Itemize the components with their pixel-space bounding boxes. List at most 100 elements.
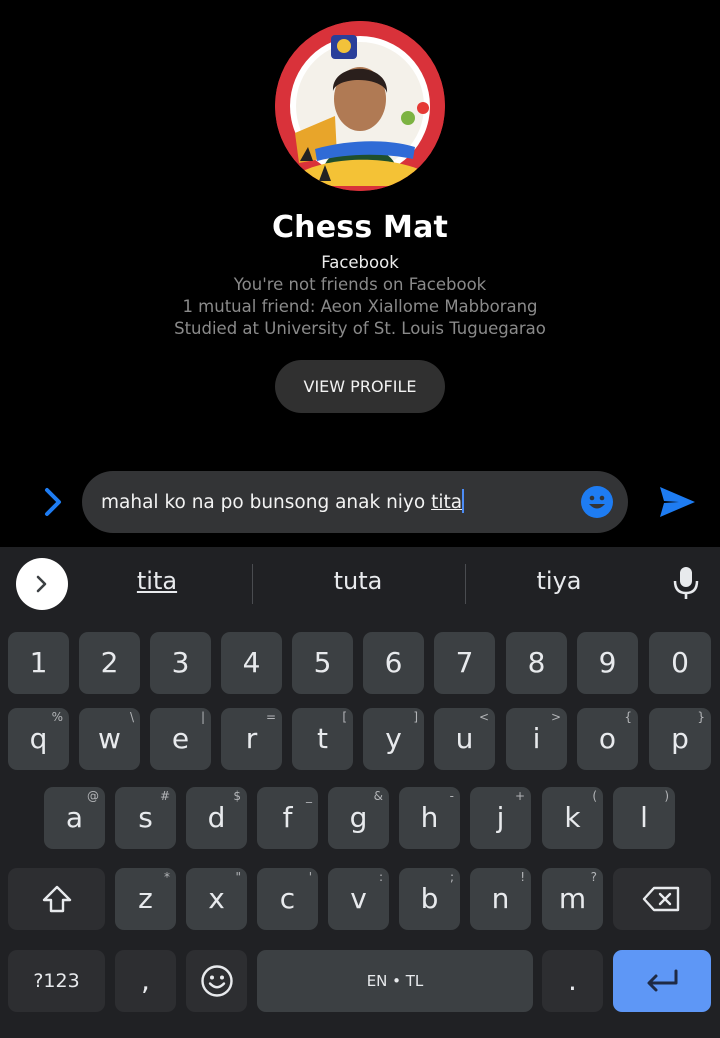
suggestion-1[interactable]: tita [67,567,247,595]
key-alt: ; [449,870,454,884]
key-5[interactable]: 5 [292,632,353,694]
suggestion-3[interactable]: tiya [469,567,649,595]
key-9[interactable]: 9 [577,632,638,694]
key-w[interactable]: w \ [79,708,140,770]
key-label: g [349,801,368,834]
key-y[interactable]: y] [363,708,424,770]
key-label: p [671,722,689,755]
mic-icon [673,567,699,599]
key-alt: ! [520,870,525,884]
chevron-right-icon [36,575,47,593]
key-o[interactable]: o{ [577,708,638,770]
shift-key[interactable] [8,868,105,930]
key-u[interactable]: u < [434,708,495,770]
key-label: i [532,722,541,755]
comma-key[interactable]: , [115,950,176,1012]
key-label: t [317,722,328,755]
emoji-button[interactable] [580,485,614,519]
key-4[interactable]: 4 [221,632,282,694]
key-x[interactable]: x " [186,868,247,930]
key-s[interactable]: s # [115,787,176,849]
key-b[interactable]: b; [399,868,460,930]
keyboard-toolbar-toggle[interactable] [16,558,68,610]
key-label: y [385,722,402,755]
key-alt: ] [413,710,418,724]
contact-name: Chess Mat [271,210,449,245]
key-label: a [65,801,84,834]
key-h[interactable]: h- [399,787,460,849]
key-r[interactable]: r = [221,708,282,770]
key-q[interactable]: q% [8,708,69,770]
send-button[interactable] [657,484,697,520]
key-v[interactable]: v: [328,868,389,930]
space-key[interactable]: EN • TL [257,950,533,1012]
message-input-text: mahal ko na po bunsong anak niyo tita [101,489,465,513]
key-l[interactable]: l) [613,787,675,849]
view-profile-button[interactable]: VIEW PROFILE [275,360,445,413]
key-t[interactable]: t[ [292,708,353,770]
expand-actions-button[interactable] [38,484,68,520]
suggestion-divider [465,564,466,604]
key-g[interactable]: g & [328,787,389,849]
key-z[interactable]: z * [115,868,176,930]
key-label: z [138,882,153,915]
key-alt: _ [306,789,312,803]
symbols-key[interactable]: ?123 [8,950,105,1012]
key-label: o [598,722,617,755]
emoji-icon [200,965,233,997]
key-m[interactable]: m? [542,868,603,930]
key-j[interactable]: j + [470,787,531,849]
period-key[interactable]: . [542,950,603,1012]
emoji-key[interactable] [186,950,247,1012]
avatar [275,21,445,191]
key-3[interactable]: 3 [150,632,211,694]
voice-input-button[interactable] [672,565,700,605]
backspace-icon [642,886,680,912]
key-label: r [245,722,258,755]
key-alt: % [51,710,63,724]
key-label: x [208,882,225,915]
key-c[interactable]: c ' [257,868,318,930]
send-icon [660,487,695,517]
key-0[interactable]: 0 [649,632,711,694]
suggestion-divider [252,564,253,604]
key-7[interactable]: 7 [434,632,495,694]
key-label: w [98,722,121,755]
enter-icon [647,969,678,992]
key-label: e [171,722,190,755]
key-label: h [420,801,439,834]
key-label: j [496,801,505,834]
key-alt: - [449,789,454,803]
key-alt: * [164,870,170,884]
avatar-image [275,21,445,191]
key-alt: ' [308,870,312,884]
key-label: s [138,801,153,834]
key-n[interactable]: n! [470,868,531,930]
key-e[interactable]: e | [150,708,211,770]
key-i[interactable]: i > [506,708,567,770]
current-word: tita [431,492,463,513]
keyboard: tita tuta tiya 1 2 3 4 5 6 7 8 9 0 q% w \… [0,547,720,1038]
key-a[interactable]: a @ [44,787,105,849]
suggestion-strip: tita tuta tiya [0,547,720,623]
message-input[interactable]: mahal ko na po bunsong anak niyo tita [82,471,628,533]
key-1[interactable]: 1 [8,632,69,694]
key-p[interactable]: p} [649,708,711,770]
backspace-key[interactable] [613,868,711,930]
shift-icon [42,885,71,913]
key-8[interactable]: 8 [506,632,567,694]
enter-key[interactable] [613,950,711,1012]
suggestion-2[interactable]: tuta [268,567,448,595]
key-k[interactable]: k( [542,787,603,849]
key-alt: + [514,789,525,803]
key-6[interactable]: 6 [363,632,424,694]
key-d[interactable]: d $ [186,787,247,849]
key-label: f [282,801,293,834]
key-alt: [ [342,710,347,724]
key-label: k [564,801,581,834]
key-2[interactable]: 2 [79,632,140,694]
key-alt: | [200,710,205,724]
key-alt: ( [592,789,597,803]
friend-status: You're not friends on Facebook [233,275,487,294]
key-f[interactable]: f _ [257,787,318,849]
